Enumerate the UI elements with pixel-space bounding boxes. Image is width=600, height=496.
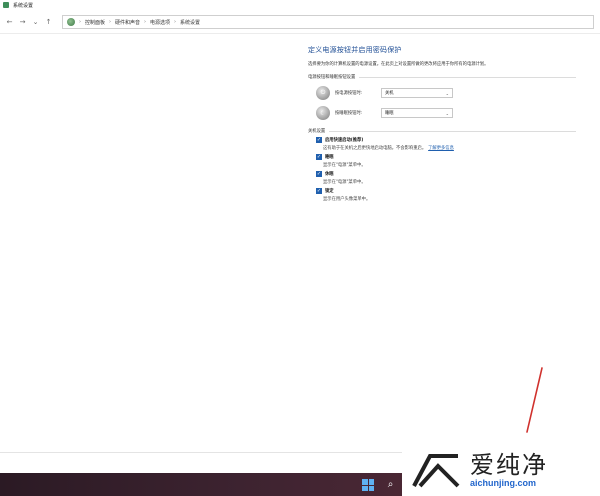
watermark: 爱纯净 aichunjing.com [402, 443, 600, 496]
watermark-logo-icon [412, 453, 460, 487]
watermark-text: 爱纯净 [470, 450, 548, 479]
watermark-url: aichunjing.com [470, 477, 537, 488]
windows-start-icon[interactable] [362, 479, 374, 491]
red-annotation-line [526, 367, 543, 433]
search-icon[interactable]: ⌕ [384, 478, 397, 491]
